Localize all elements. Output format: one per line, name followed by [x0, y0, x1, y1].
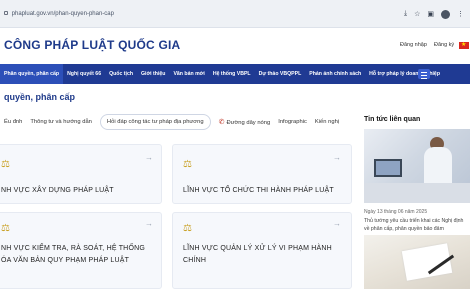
- category-card[interactable]: ⚖ → NH VỰC KIỂM TRA, RÀ SOÁT, HỆ THỐNG Ó…: [0, 212, 162, 289]
- nav-item-du-thao[interactable]: Dự thảo VBQPPL: [255, 64, 306, 84]
- category-card[interactable]: ⚖ → LĨNH VỰC QUẢN LÝ XỬ LÝ VI PHẠM HÀNH …: [172, 212, 352, 289]
- tab-hoi-dap[interactable]: Hỏi đáp công tác tư pháp địa phương: [99, 114, 211, 130]
- card-title: NH VỰC XÂY DỰNG PHÁP LUẬT: [1, 187, 114, 194]
- site-header: CÔNG PHÁP LUẬT QUỐC GIA Đăng nhập Đăng k…: [0, 28, 470, 64]
- extensions-icon[interactable]: ▣: [427, 10, 434, 19]
- arrow-right-icon: →: [145, 219, 153, 228]
- tab-quy-dinh[interactable]: Ểu đnh: [0, 119, 26, 125]
- category-card[interactable]: ⚖ → LĨNH VỰC TỔ CHỨC THI HÀNH PHÁP LUẬT: [172, 144, 352, 204]
- scale-icon: ⚖: [1, 223, 10, 234]
- browser-actions: ⤓ ☆ ▣ ⋮: [404, 10, 464, 19]
- card-title: LĨNH VỰC TỔ CHỨC THI HÀNH PHÁP LUẬT: [183, 187, 334, 194]
- arrow-right-icon: →: [145, 153, 153, 162]
- card-title-line2: ÓA VĂN BẢN QUY PHẠM PHÁP LUẬT: [1, 257, 130, 264]
- news-image[interactable]: [364, 235, 470, 289]
- tab-duong-day-nong[interactable]: ✆ Đường dây nóng: [215, 118, 275, 126]
- signup-link[interactable]: Đăng ký: [434, 42, 454, 48]
- arrow-right-icon: →: [333, 153, 341, 162]
- sidebar-title: Tin tức liên quan: [364, 116, 421, 123]
- phone-icon: ✆: [218, 119, 225, 126]
- nav-item-gioi-thieu[interactable]: Giới thiệu: [137, 64, 169, 84]
- nav-item-phan-anh[interactable]: Phản ánh chính sách: [305, 64, 365, 84]
- browser-menu-icon[interactable]: ⋮: [457, 10, 464, 19]
- browser-toolbar: phapluat.gov.vn/phan-quyen-phan-cap ⤓ ☆ …: [0, 0, 470, 28]
- hamburger-menu-icon[interactable]: [418, 69, 430, 79]
- site-title[interactable]: CÔNG PHÁP LUẬT QUỐC GIA: [4, 38, 180, 52]
- url-text: phapluat.gov.vn/phan-quyen-phan-cap: [11, 11, 114, 17]
- lock-icon: [4, 11, 8, 16]
- arrow-right-icon: →: [333, 219, 341, 228]
- card-title: LĨNH VỰC QUẢN LÝ XỬ LÝ VI PHẠM HÀNH: [183, 245, 332, 252]
- page-title: quyền, phân cấp: [4, 92, 76, 102]
- nav-item-ho-tro[interactable]: Hỗ trợ pháp lý doanh nghiệp: [365, 64, 444, 84]
- tab-duong-day-nong-label: Đường dây nóng: [226, 120, 271, 126]
- card-title: NH VỰC KIỂM TRA, RÀ SOÁT, HỆ THỐNG: [1, 245, 145, 252]
- main-nav: Phân quyền, phân cấp Nghị quyết 66 Quốc …: [0, 64, 470, 84]
- login-link[interactable]: Đăng nhập: [400, 42, 427, 48]
- tab-kien-nghi[interactable]: Kiến nghị: [311, 119, 343, 125]
- nav-item-he-thong-vbpl[interactable]: Hệ thống VBPL: [209, 64, 255, 84]
- tab-infographic[interactable]: Infographic: [274, 119, 311, 125]
- nav-item-van-ban-moi[interactable]: Văn bản mới: [169, 64, 208, 84]
- tab-thong-tu[interactable]: Thông tư và hướng dẫn: [26, 119, 96, 125]
- news-headline[interactable]: Thủ tướng yêu cầu triển khai các Nghị đị…: [364, 217, 470, 233]
- vietnam-flag-icon[interactable]: [459, 41, 469, 49]
- profile-avatar[interactable]: [441, 10, 450, 19]
- nav-item-quoc-tich[interactable]: Quốc tịch: [105, 64, 137, 84]
- star-icon[interactable]: ☆: [414, 10, 420, 19]
- nav-item-phan-quyen[interactable]: Phân quyền, phân cấp: [0, 64, 64, 84]
- address-bar[interactable]: phapluat.gov.vn/phan-quyen-phan-cap: [0, 11, 114, 17]
- nav-item-nghi-quyet-66[interactable]: Nghị quyết 66: [63, 64, 105, 84]
- download-icon[interactable]: ⤓: [404, 10, 407, 19]
- card-title-line2: CHÍNH: [183, 257, 207, 264]
- sub-tabs: Ểu đnh Thông tư và hướng dẫn Hỏi đáp côn…: [0, 112, 350, 132]
- news-date: Ngày 13 tháng 06 năm 2025: [364, 209, 428, 215]
- news-image[interactable]: [364, 129, 470, 203]
- scale-icon: ⚖: [1, 159, 10, 170]
- category-card[interactable]: ⚖ → NH VỰC XÂY DỰNG PHÁP LUẬT: [0, 144, 162, 204]
- scale-icon: ⚖: [183, 223, 192, 234]
- scale-icon: ⚖: [183, 159, 192, 170]
